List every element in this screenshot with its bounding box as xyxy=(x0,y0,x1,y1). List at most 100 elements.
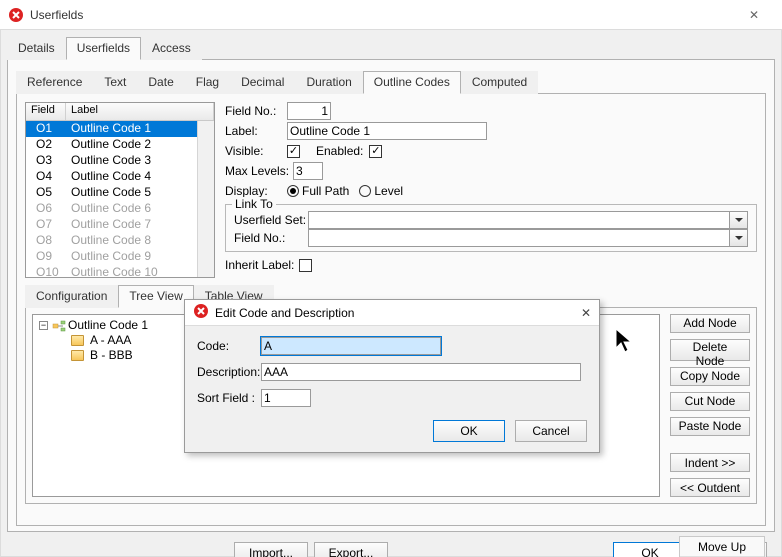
outdent-button[interactable]: << Outdent xyxy=(670,478,750,497)
list-label-cell: Outline Code 9 xyxy=(66,249,214,265)
fieldno-input[interactable] xyxy=(287,102,331,120)
label-input[interactable] xyxy=(287,122,487,140)
field-list[interactable]: Field Label O1Outline Code 1O2Outline Co… xyxy=(25,102,215,278)
copy-node-button[interactable]: Copy Node xyxy=(670,367,750,386)
import-button[interactable]: Import... xyxy=(234,542,308,557)
tab-configuration[interactable]: Configuration xyxy=(25,285,118,308)
delete-node-button[interactable]: Delete Node xyxy=(670,339,750,361)
list-field-cell: O4 xyxy=(26,169,66,185)
inherit-checkbox[interactable] xyxy=(299,259,312,272)
field-form: Field No.: Label: Visible: Enabled: xyxy=(225,102,757,278)
display-level-radio[interactable] xyxy=(359,185,371,197)
list-field-cell: O9 xyxy=(26,249,66,265)
col-field[interactable]: Field xyxy=(26,103,66,120)
list-field-cell: O1 xyxy=(26,121,66,137)
list-label-cell: Outline Code 10 xyxy=(66,265,214,277)
visible-label: Visible: xyxy=(225,144,287,158)
cut-node-button[interactable]: Cut Node xyxy=(670,392,750,411)
titlebar: Userfields ✕ xyxy=(0,0,782,30)
tab-text[interactable]: Text xyxy=(93,71,137,94)
move-buttons-popup: Move Up Move Down xyxy=(679,536,765,557)
list-label-cell: Outline Code 5 xyxy=(66,185,214,201)
tab-userfields[interactable]: Userfields xyxy=(66,37,141,60)
fieldno2-label: Field No.: xyxy=(234,231,308,245)
type-tabrow: Reference Text Date Flag Decimal Duratio… xyxy=(16,70,766,94)
bottom-bar: Import... Export... OK Cancel xyxy=(7,542,775,557)
fieldno2-combo[interactable] xyxy=(308,229,748,247)
tab-access[interactable]: Access xyxy=(141,37,202,60)
list-row[interactable]: O8Outline Code 8 xyxy=(26,233,214,249)
linkto-legend: Link To xyxy=(232,197,276,211)
list-label-cell: Outline Code 4 xyxy=(66,169,214,185)
edit-code-dialog: Edit Code and Description ✕ Code: Descri… xyxy=(184,299,600,453)
list-label-cell: Outline Code 1 xyxy=(66,121,214,137)
label-label: Label: xyxy=(225,124,287,138)
list-row[interactable]: O2Outline Code 2 xyxy=(26,137,214,153)
close-icon[interactable]: ✕ xyxy=(734,0,774,30)
description-input[interactable] xyxy=(261,363,581,381)
list-row[interactable]: O6Outline Code 6 xyxy=(26,201,214,217)
list-row[interactable]: O10Outline Code 10 xyxy=(26,265,214,277)
level-label: Level xyxy=(374,184,403,198)
chevron-down-icon[interactable] xyxy=(730,211,748,229)
paste-node-button[interactable]: Paste Node xyxy=(670,417,750,436)
fieldno-label: Field No.: xyxy=(225,104,287,118)
tree-node-a[interactable]: A - AAA xyxy=(90,333,131,348)
userfieldset-label: Userfield Set: xyxy=(234,213,308,227)
tab-duration[interactable]: Duration xyxy=(295,71,362,94)
tab-details[interactable]: Details xyxy=(7,37,66,60)
list-label-cell: Outline Code 7 xyxy=(66,217,214,233)
list-row[interactable]: O7Outline Code 7 xyxy=(26,217,214,233)
tab-decimal[interactable]: Decimal xyxy=(230,71,295,94)
list-label-cell: Outline Code 6 xyxy=(66,201,214,217)
maxlevels-input[interactable] xyxy=(293,162,323,180)
visible-checkbox[interactable] xyxy=(287,145,300,158)
expand-icon[interactable]: − xyxy=(39,321,48,330)
tree-root-icon xyxy=(52,320,66,332)
col-label[interactable]: Label xyxy=(66,103,214,120)
display-fullpath-radio[interactable] xyxy=(287,185,299,197)
maxlevels-label: Max Levels: xyxy=(225,164,293,178)
node-buttons: Add Node Delete Node Copy Node Cut Node … xyxy=(670,314,750,497)
export-button[interactable]: Export... xyxy=(314,542,388,557)
desc-label: Description: xyxy=(197,365,261,379)
close-icon[interactable]: ✕ xyxy=(581,306,591,320)
tab-outline-codes[interactable]: Outline Codes xyxy=(363,71,461,94)
tab-date[interactable]: Date xyxy=(137,71,184,94)
list-row[interactable]: O4Outline Code 4 xyxy=(26,169,214,185)
tree-node-b[interactable]: B - BBB xyxy=(90,348,133,363)
list-label-cell: Outline Code 3 xyxy=(66,153,214,169)
tab-reference[interactable]: Reference xyxy=(16,71,93,94)
main-tabrow: Details Userfields Access xyxy=(7,36,775,60)
tree-root-label[interactable]: Outline Code 1 xyxy=(68,318,148,333)
tab-treeview[interactable]: Tree View xyxy=(118,285,193,308)
app-icon xyxy=(193,303,209,322)
tab-computed[interactable]: Computed xyxy=(461,71,538,94)
indent-button[interactable]: Indent >> xyxy=(670,453,750,472)
list-field-cell: O2 xyxy=(26,137,66,153)
list-row[interactable]: O9Outline Code 9 xyxy=(26,249,214,265)
list-field-cell: O6 xyxy=(26,201,66,217)
dialog-cancel-button[interactable]: Cancel xyxy=(515,420,587,442)
tab-flag[interactable]: Flag xyxy=(185,71,230,94)
sort-label: Sort Field : xyxy=(197,391,261,405)
list-field-cell: O8 xyxy=(26,233,66,249)
app-icon xyxy=(8,7,24,23)
ok-button[interactable]: OK xyxy=(613,542,687,557)
move-up-button[interactable]: Move Up xyxy=(680,537,764,557)
enabled-label: Enabled: xyxy=(316,144,363,158)
list-field-cell: O3 xyxy=(26,153,66,169)
list-row[interactable]: O1Outline Code 1 xyxy=(26,121,214,137)
list-row[interactable]: O5Outline Code 5 xyxy=(26,185,214,201)
userfieldset-combo[interactable] xyxy=(308,211,748,229)
add-node-button[interactable]: Add Node xyxy=(670,314,750,333)
window-title: Userfields xyxy=(30,8,734,22)
list-row[interactable]: O3Outline Code 3 xyxy=(26,153,214,169)
dialog-ok-button[interactable]: OK xyxy=(433,420,505,442)
dialog-title: Edit Code and Description xyxy=(215,306,581,320)
list-label-cell: Outline Code 8 xyxy=(66,233,214,249)
sort-input[interactable] xyxy=(261,389,311,407)
enabled-checkbox[interactable] xyxy=(369,145,382,158)
chevron-down-icon[interactable] xyxy=(730,229,748,247)
code-input[interactable] xyxy=(261,337,441,355)
